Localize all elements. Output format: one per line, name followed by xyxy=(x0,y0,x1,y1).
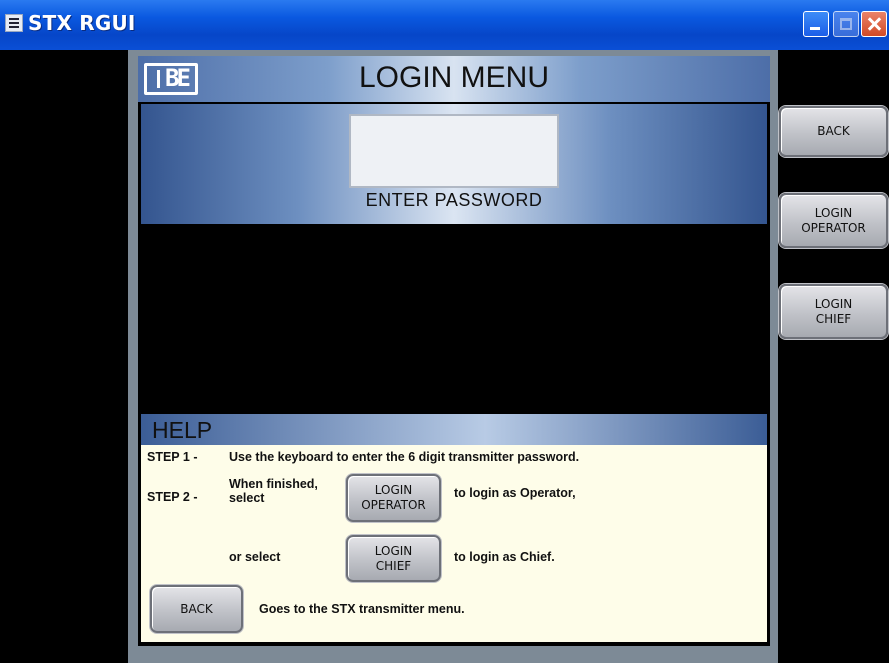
back-text: Goes to the STX transmitter menu. xyxy=(259,602,465,616)
password-label: ENTER PASSWORD xyxy=(365,190,543,210)
help-title: HELP xyxy=(152,417,213,443)
password-area: ENTER PASSWORD xyxy=(141,104,767,224)
window-titlebar: STX RGUI xyxy=(0,0,889,50)
maximize-icon[interactable] xyxy=(833,11,859,37)
chief-text: to login as Chief. xyxy=(454,550,555,564)
help-login-chief-button[interactable]: LOGIN CHIEF xyxy=(346,535,441,582)
help-login-operator-button[interactable]: LOGIN OPERATOR xyxy=(346,474,441,522)
step2-label: STEP 2 - xyxy=(147,490,198,504)
step2-when-line1: When finished, xyxy=(229,477,318,491)
help-body: STEP 1 - Use the keyboard to enter the 6… xyxy=(141,445,767,642)
step2-operator-text: to login as Operator, xyxy=(454,486,576,500)
step1-text: Use the keyboard to enter the 6 digit tr… xyxy=(229,450,580,464)
close-icon[interactable] xyxy=(861,11,887,37)
help-header: HELP xyxy=(141,414,767,445)
login-chief-button[interactable]: LOGIN CHIEF xyxy=(779,284,888,339)
password-input[interactable] xyxy=(349,114,559,188)
minimize-icon[interactable] xyxy=(803,11,829,37)
step1-label: STEP 1 - xyxy=(147,450,198,464)
window-title: STX RGUI xyxy=(28,11,136,35)
login-menu-header: BE LOGIN MENU xyxy=(138,56,770,102)
app-icon xyxy=(5,14,23,32)
page-title: LOGIN MENU xyxy=(358,61,550,94)
step2-when-line2: select xyxy=(229,491,265,505)
or-select-text: or select xyxy=(229,550,281,564)
back-button[interactable]: BACK xyxy=(779,106,888,157)
help-back-button[interactable]: BACK xyxy=(150,585,243,633)
login-operator-button[interactable]: LOGIN OPERATOR xyxy=(779,193,888,248)
